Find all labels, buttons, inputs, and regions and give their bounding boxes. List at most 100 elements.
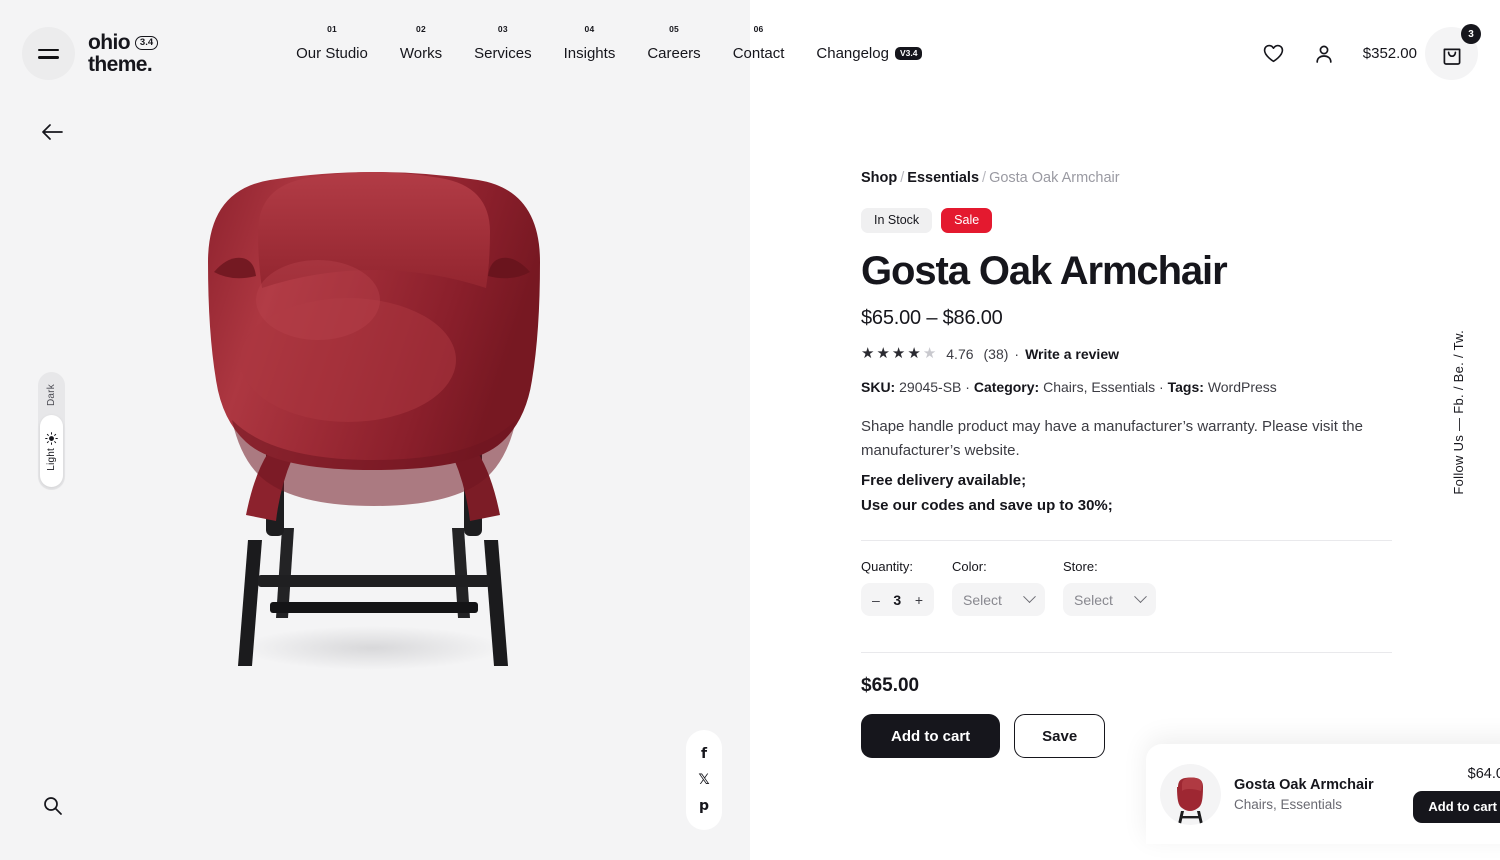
product-details: Shop / Essentials / Gosta Oak Armchair In St… <box>861 170 1401 759</box>
store-select[interactable]: Select <box>1063 583 1156 617</box>
toast-add-to-cart-button[interactable]: Add to cart <box>1413 790 1500 823</box>
back-button[interactable] <box>36 116 68 148</box>
star-icon-filled: ★ <box>861 344 875 362</box>
nav-item-changelog[interactable]: Changelog V3.4 <box>800 45 938 62</box>
nav-item-our-studio[interactable]: 01 Our Studio <box>280 24 384 62</box>
nav-item-contact[interactable]: 06 Contact <box>717 24 801 62</box>
nav-number: 06 <box>753 24 764 34</box>
product-page: Dark Light f 𝕏 р ohio 3.4 theme. 01 Our … <box>0 0 1500 860</box>
status-badge-sale: Sale <box>941 208 993 233</box>
rating-value: 4.76 <box>946 345 974 362</box>
product-highlight: Use our codes and save up to 30%; <box>861 496 1113 514</box>
breadcrumb-current: Gosta Oak Armchair <box>989 170 1120 186</box>
product-toast-card: Gosta Oak Armchair Chairs, Essentials $6… <box>1146 744 1500 844</box>
product-image <box>0 0 750 860</box>
nav-label: Services <box>474 45 532 62</box>
search-button[interactable] <box>38 791 66 819</box>
nav-version-badge: V3.4 <box>894 46 923 61</box>
star-icon-filled: ★ <box>876 344 890 362</box>
brand-area: ohio 3.4 theme. <box>22 27 159 80</box>
wishlist-button[interactable] <box>1249 29 1299 79</box>
toast-product-title[interactable]: Gosta Oak Armchair <box>1234 776 1400 795</box>
product-meta: SKU: 29045-SB · Category: Chairs, Essent… <box>861 379 1401 395</box>
toast-info: Gosta Oak Armchair Chairs, Essentials <box>1234 776 1400 812</box>
tags-value[interactable]: WordPress <box>1208 379 1277 395</box>
theme-option-light[interactable]: Light <box>46 448 57 471</box>
nav-label: Careers <box>647 45 701 62</box>
logo[interactable]: ohio 3.4 theme. <box>88 32 159 75</box>
breadcrumb-root[interactable]: Shop <box>861 170 897 186</box>
store-group: Store: Select <box>1063 559 1156 617</box>
nav-label: Insights <box>563 45 616 62</box>
heart-icon <box>1264 44 1284 63</box>
quantity-decrease-button[interactable]: – <box>872 593 880 607</box>
color-select[interactable]: Select <box>952 583 1045 617</box>
menu-button[interactable] <box>22 27 75 80</box>
breadcrumb-separator: / <box>982 170 987 186</box>
search-icon <box>43 796 62 815</box>
category-label: Category: <box>973 378 1040 395</box>
product-gallery-panel: Dark Light f 𝕏 р <box>0 0 750 860</box>
nav-item-services[interactable]: 03 Services <box>458 24 548 62</box>
sku-value: 29045-SB <box>899 378 962 395</box>
meta-separator: · <box>965 378 970 395</box>
quantity-label: Quantity: <box>861 559 914 575</box>
social-share-rail: f 𝕏 р <box>686 730 722 830</box>
product-badges: In Stock Sale <box>861 208 1401 233</box>
nav-number: 01 <box>327 24 337 34</box>
quantity-stepper[interactable]: – 3 + <box>861 583 934 617</box>
armchair-thumbnail-icon <box>1176 777 1203 824</box>
nav-item-works[interactable]: 02 Works <box>384 24 458 62</box>
breadcrumb-category[interactable]: Essentials <box>907 170 979 186</box>
theme-option-dark[interactable]: Dark <box>46 377 57 413</box>
color-select-value: Select <box>963 591 1002 608</box>
hamburger-icon-bar <box>38 48 59 51</box>
nav-item-careers[interactable]: 05 Careers <box>631 24 716 62</box>
toast-price: $64.00 <box>1467 765 1500 782</box>
nav-label: Contact <box>732 45 785 62</box>
save-button[interactable]: Save <box>1014 714 1106 759</box>
chevron-down-icon <box>1023 590 1036 604</box>
nav-number: 03 <box>497 24 508 34</box>
write-review-link[interactable]: Write a review <box>1025 346 1119 362</box>
armchair-illustration <box>208 172 540 670</box>
nav-label: Works <box>399 45 443 62</box>
user-icon <box>1316 45 1332 63</box>
avatar <box>1160 763 1221 825</box>
product-highlight: Free delivery available; <box>861 472 1027 490</box>
x-twitter-icon[interactable]: 𝕏 <box>698 773 709 787</box>
store-label: Store: <box>1063 559 1098 575</box>
final-price: $65.00 <box>861 675 920 697</box>
arrow-left-icon <box>42 124 63 140</box>
pinterest-icon[interactable]: р <box>699 799 709 813</box>
quantity-group: Quantity: – 3 + <box>861 559 934 617</box>
star-icon-filled: ★ <box>891 344 906 362</box>
main-nav: 01 Our Studio 02 Works 03 Services 04 In… <box>280 24 938 62</box>
quantity-increase-button[interactable]: + <box>915 593 923 607</box>
product-description: Shape handle product may have a manufact… <box>861 417 1363 459</box>
theme-toggle[interactable]: Dark Light <box>38 372 65 490</box>
sku-label: SKU: <box>861 378 896 395</box>
follow-us-rail[interactable]: Follow Us — Fb. / Be. / Tw. <box>1451 330 1466 495</box>
cart-total: $352.00 <box>1362 45 1417 62</box>
theme-option-light-active[interactable]: Light <box>40 415 63 487</box>
add-to-cart-button[interactable]: Add to cart <box>861 714 1001 759</box>
category-value[interactable]: Chairs, Essentials <box>1043 379 1155 395</box>
nav-label: Changelog <box>816 45 889 62</box>
quantity-value: 3 <box>893 591 902 608</box>
shopping-bag-icon <box>1443 48 1460 65</box>
toast-actions: $64.00 Add to cart <box>1413 766 1500 823</box>
cart-button[interactable]: 3 <box>1425 24 1481 80</box>
star-icon-empty: ★ <box>922 344 937 362</box>
hamburger-icon-bar <box>38 56 59 59</box>
sun-icon <box>45 431 58 445</box>
status-badge-in-stock: In Stock <box>861 208 933 233</box>
breadcrumb-separator: / <box>900 170 905 186</box>
nav-number: 05 <box>669 24 679 34</box>
nav-item-insights[interactable]: 04 Insights <box>548 24 632 62</box>
facebook-icon[interactable]: f <box>701 747 707 761</box>
account-button[interactable] <box>1299 29 1349 79</box>
tags-label: Tags: <box>1167 378 1204 395</box>
color-group: Color: Select <box>952 559 1045 617</box>
nav-label: Our Studio <box>296 45 368 62</box>
